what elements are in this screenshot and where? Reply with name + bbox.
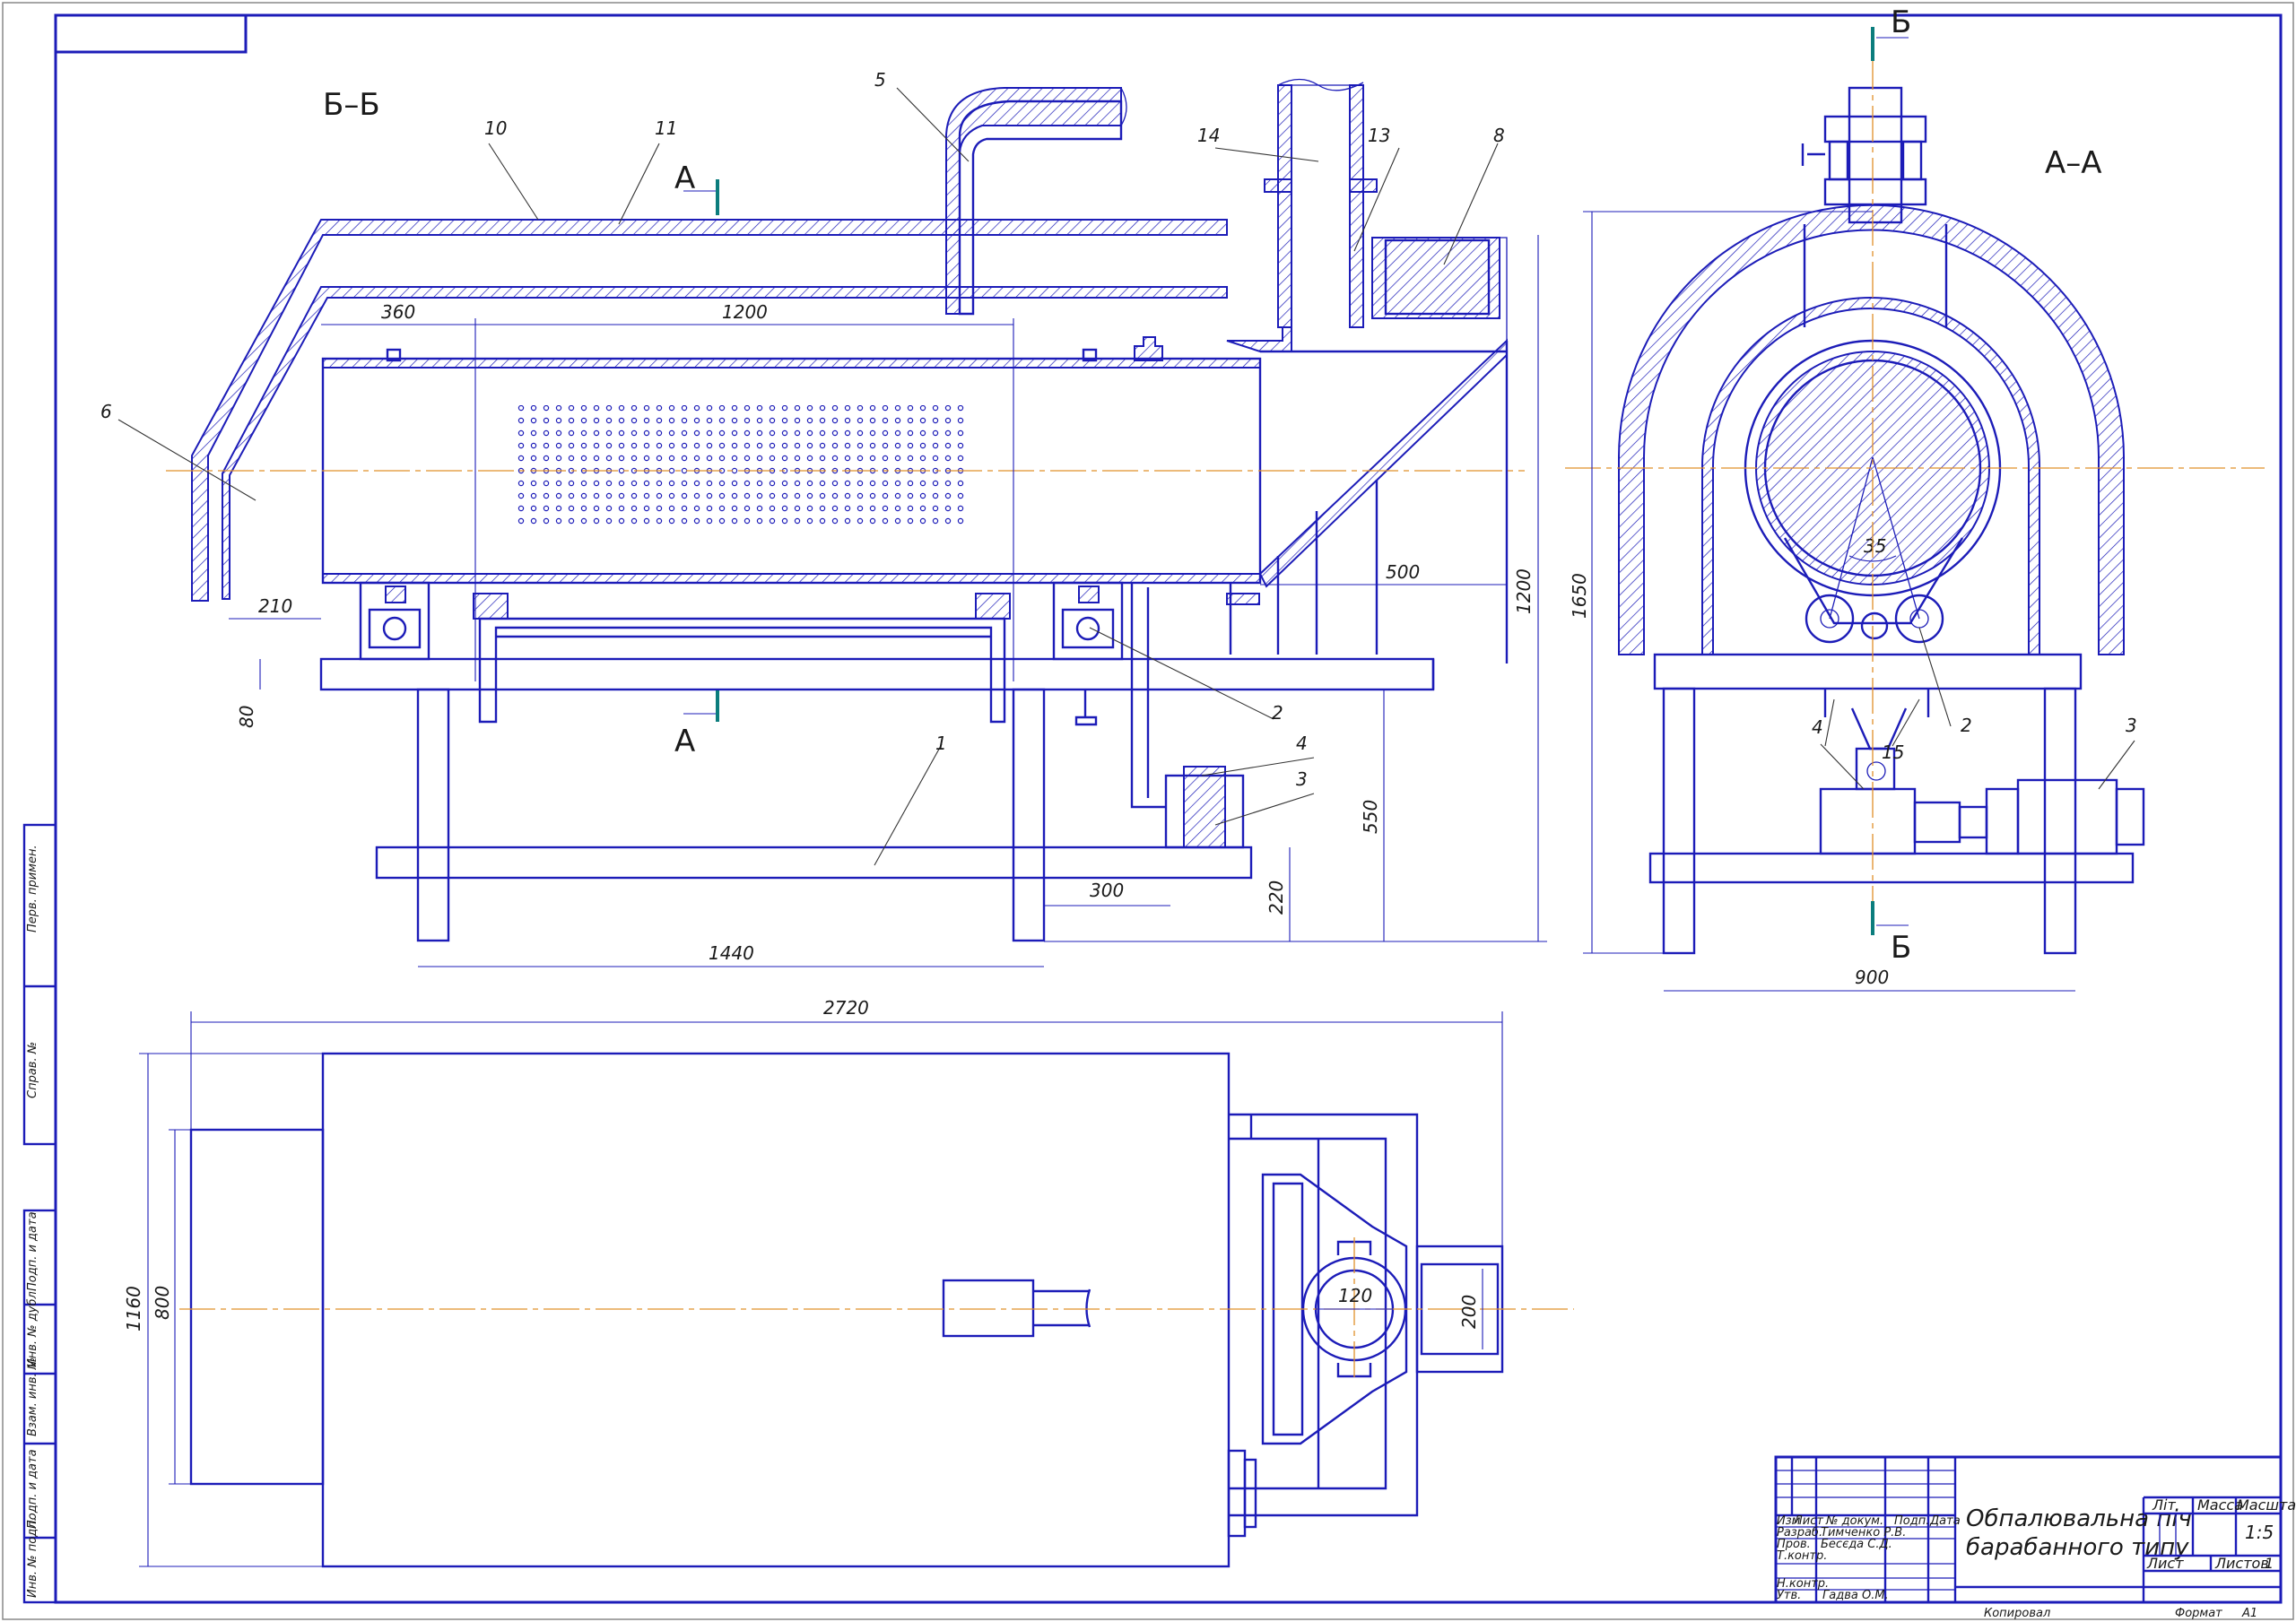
section-aa-label: А–А xyxy=(2045,145,2102,181)
part-15: 15 xyxy=(1882,742,1904,763)
dim-500: 500 xyxy=(1386,561,1420,583)
dim-35: 35 xyxy=(1864,535,1886,557)
stamp-label-2: Подп. и дата xyxy=(26,1211,39,1291)
sheet-frame xyxy=(2,2,2294,1620)
dim-1160: 1160 xyxy=(123,1286,144,1331)
dim-1200-v: 1200 xyxy=(1513,568,1535,614)
title-block: Изм Лист № докум. Подп. Дата Разраб. Тим… xyxy=(1774,1455,2296,1620)
tb-sheet: Лист xyxy=(2146,1555,2184,1572)
tb-sheets-value: 1 xyxy=(2265,1555,2274,1572)
perforated-zone xyxy=(515,405,965,525)
dim-80: 80 xyxy=(236,706,257,728)
stamp-label-0: Перв. примен. xyxy=(26,845,39,932)
stamp-label-6: Инв. № подл. xyxy=(26,1517,39,1598)
leg-mid xyxy=(1012,688,1046,942)
part-2: 2 xyxy=(1272,702,1283,724)
dim-360: 360 xyxy=(381,301,415,323)
part-5: 5 xyxy=(874,69,886,91)
part-1: 1 xyxy=(935,733,947,754)
chimney-pipe xyxy=(1277,84,1292,328)
end-base-rail xyxy=(1648,852,2135,884)
tb-sheets: Листов xyxy=(2214,1555,2269,1572)
plan-view: 2720 1160 800 120 200 xyxy=(123,997,1574,1568)
leg-left xyxy=(416,688,450,942)
end-leg-left xyxy=(1662,687,1696,955)
part-13: 13 xyxy=(1368,125,1390,146)
dim-800: 800 xyxy=(152,1286,173,1320)
tb-scale: Масштаб xyxy=(2237,1496,2296,1514)
cut-b-top: Б xyxy=(1891,4,1911,40)
roller-left xyxy=(359,581,430,661)
part-4-end: 4 xyxy=(1812,716,1823,738)
tb-hdr-4: Дата xyxy=(1929,1514,1961,1528)
plan-casing xyxy=(321,1052,1231,1568)
part-10: 10 xyxy=(484,117,507,139)
end-leg-right xyxy=(2043,687,2077,955)
dim-2720: 2720 xyxy=(823,997,869,1019)
dim-120: 120 xyxy=(1338,1285,1372,1306)
stamp-label-1: Справ. № xyxy=(26,1042,39,1098)
dim-220: 220 xyxy=(1265,880,1287,915)
feed-hopper xyxy=(1371,237,1500,319)
base-rail xyxy=(375,846,1253,880)
plan-chute-frame xyxy=(1229,1113,1419,1517)
dim-1440: 1440 xyxy=(709,942,754,964)
end-base-top xyxy=(1653,653,2083,690)
stamp-label-4: Взам. инв. № xyxy=(26,1357,39,1436)
end-motor xyxy=(2016,778,2118,855)
outlet-hopper xyxy=(1226,326,1292,352)
dim-1200-top: 1200 xyxy=(722,301,768,323)
section-bb-label: Б–Б xyxy=(323,87,380,123)
dim-210: 210 xyxy=(258,595,292,617)
cut-a-bottom: А xyxy=(674,724,695,759)
dim-300: 300 xyxy=(1090,880,1124,901)
part-3-end: 3 xyxy=(2126,715,2137,736)
section-aa-view: А–А 35 Б Б 1650 900 15 2 4 3 xyxy=(1565,4,2265,992)
dim-200: 200 xyxy=(1458,1295,1480,1329)
stamp-label-5: Подп. и дата xyxy=(26,1449,39,1529)
plan-end-box xyxy=(189,1128,325,1486)
part-6: 6 xyxy=(100,401,112,422)
part-3: 3 xyxy=(1296,768,1308,790)
tb-name-1: Бесєда С.Д. xyxy=(1821,1538,1892,1551)
tb-format: Формат xyxy=(2175,1607,2222,1620)
section-bb-view: Б–Б А А 360 1200 210 80 500 1200 550 220… xyxy=(100,69,1547,967)
part-14: 14 xyxy=(1197,125,1220,146)
dim-550: 550 xyxy=(1360,800,1381,834)
support-frame-top xyxy=(319,657,1435,691)
dim-900: 900 xyxy=(1855,967,1889,988)
roller-right xyxy=(1052,581,1124,661)
tb-role-4: Утв. xyxy=(1777,1589,1801,1602)
dim-1650: 1650 xyxy=(1569,573,1590,619)
side-stamp: Перв. примен. Справ. № Подп. и дата Инв.… xyxy=(22,823,57,1604)
tb-copied: Копировал xyxy=(1984,1607,2050,1620)
stamp-label-3: Инв. № дубл. xyxy=(26,1288,39,1367)
drawing-sheet: Перв. примен. Справ. № Подп. и дата Инв.… xyxy=(2,2,2296,1620)
cut-a-top: А xyxy=(674,160,695,196)
tb-format-value: А1 xyxy=(2241,1607,2257,1620)
part-11: 11 xyxy=(655,117,677,139)
part-4: 4 xyxy=(1296,733,1308,754)
gearbox xyxy=(1819,787,1917,855)
part-8: 8 xyxy=(1493,125,1505,146)
tb-scale-value: 1:5 xyxy=(2245,1522,2274,1543)
top-pipe xyxy=(1848,86,1903,224)
tb-name-4: Гадва О.М. xyxy=(1822,1589,1889,1602)
cut-b-bottom: Б xyxy=(1891,930,1911,966)
tb-lit: Літ xyxy=(2152,1496,2176,1514)
part-2-end: 2 xyxy=(1961,715,1972,736)
tb-role-2: Т.контр. xyxy=(1777,1549,1827,1563)
